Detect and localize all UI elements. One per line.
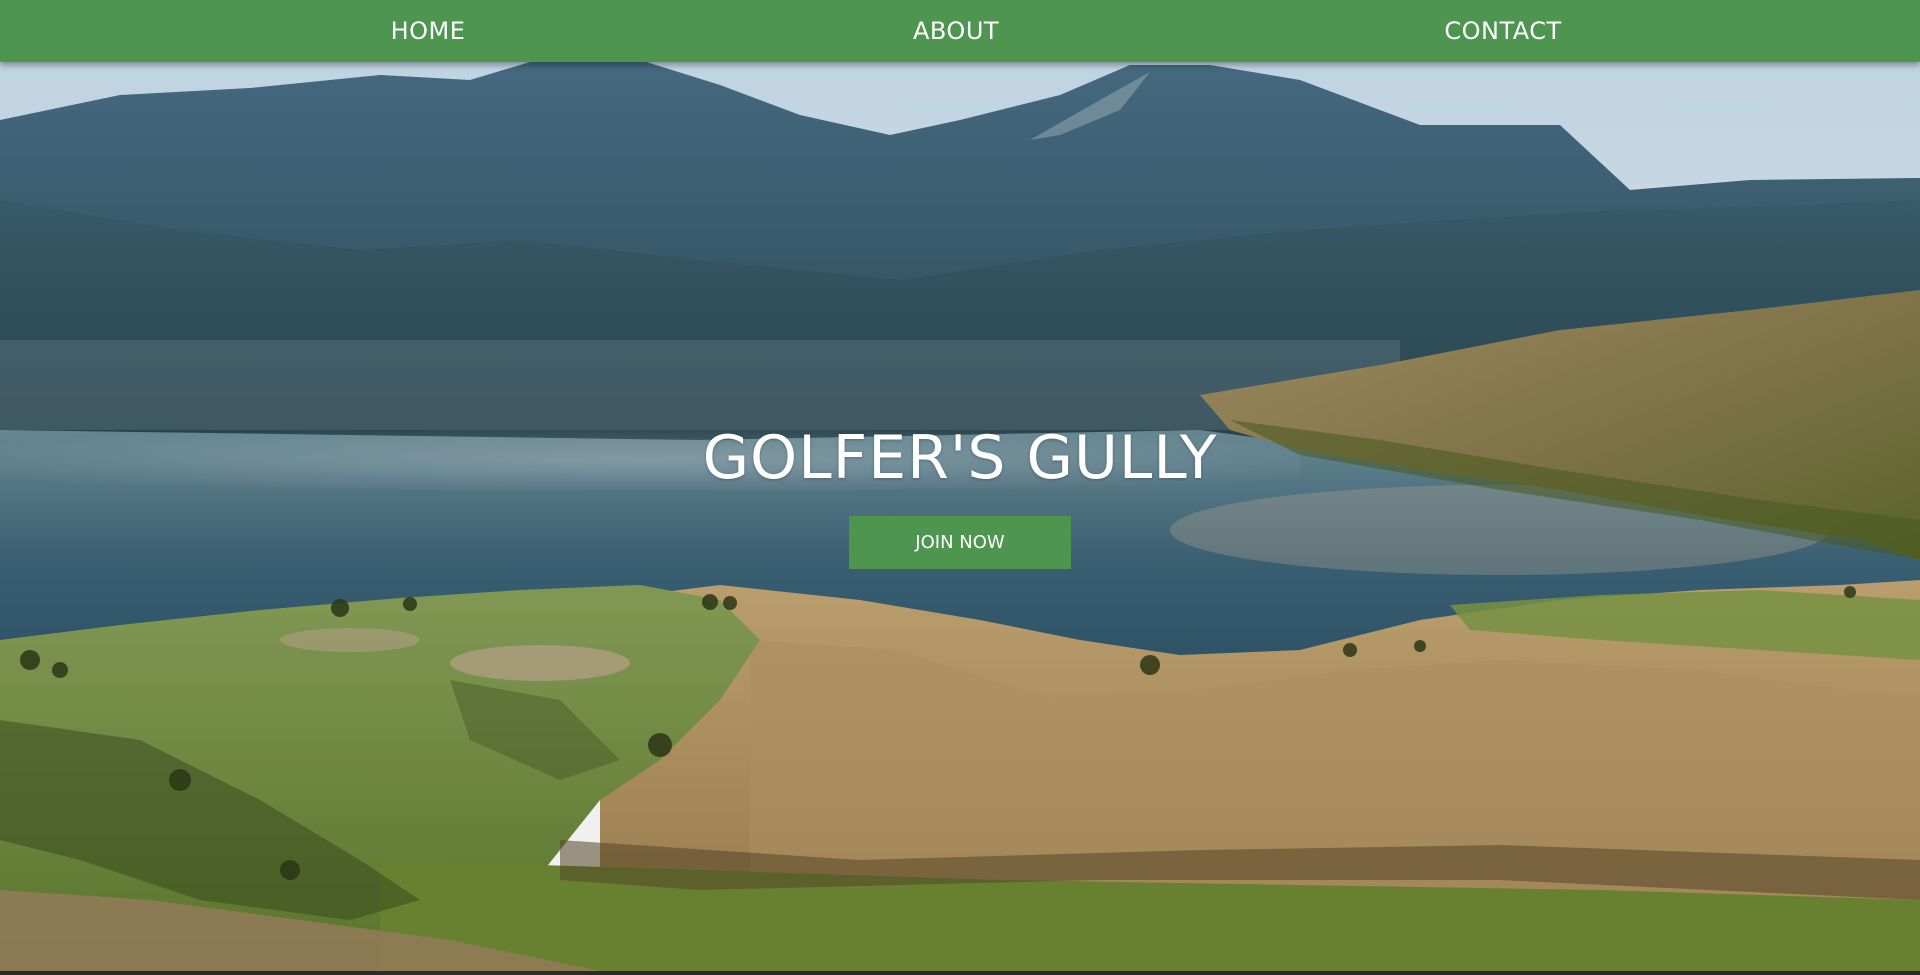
nav-home-link[interactable]: HOME bbox=[391, 0, 466, 62]
nav-about-link[interactable]: ABOUT bbox=[913, 0, 999, 62]
nav-contact-link[interactable]: CONTACT bbox=[1444, 0, 1561, 62]
top-navbar: HOME ABOUT CONTACT bbox=[0, 0, 1920, 62]
page: GOLFER'S GULLY JOIN NOW HOME ABOUT CONTA… bbox=[0, 0, 1920, 975]
page-bottom-border bbox=[0, 971, 1920, 975]
hero-title: GOLFER'S GULLY bbox=[702, 423, 1218, 493]
hero-section: GOLFER'S GULLY JOIN NOW bbox=[0, 0, 1920, 971]
join-now-button[interactable]: JOIN NOW bbox=[849, 516, 1071, 569]
